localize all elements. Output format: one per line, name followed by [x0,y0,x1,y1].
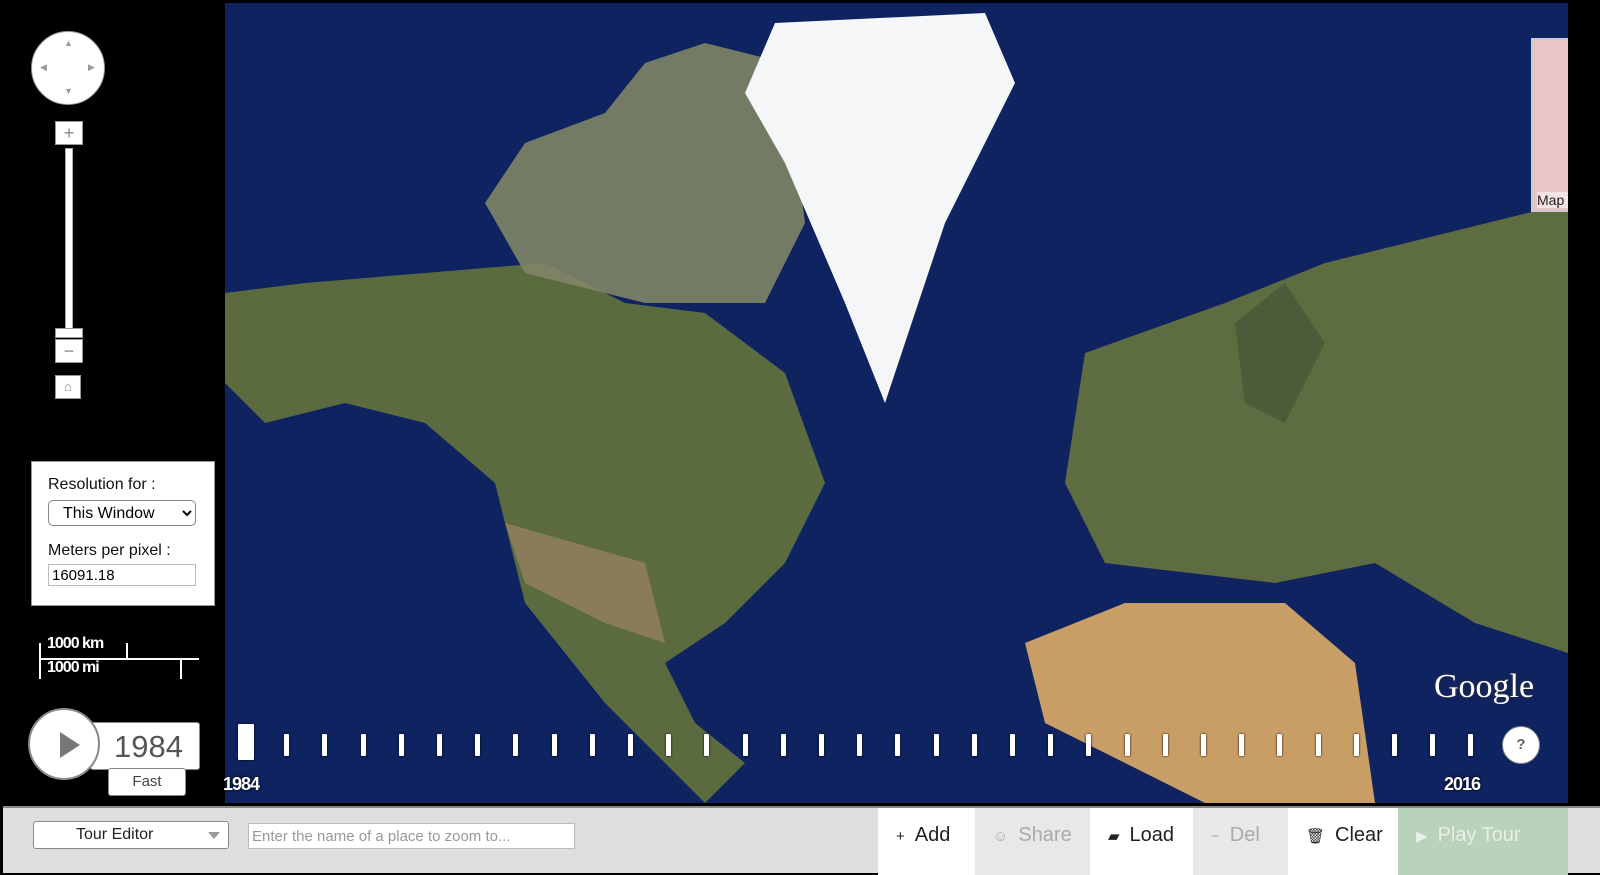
timeline-tick-1991[interactable] [513,734,519,756]
button-label: Load [1129,824,1175,846]
timeline-tick-2008[interactable] [1162,734,1168,756]
timeline-tick-2016[interactable] [1468,734,1474,756]
timeline-tick-1996[interactable] [704,734,710,756]
share-icon: ☺ [993,828,1009,845]
timeline-tick-2014[interactable] [1392,734,1397,756]
map-attribution[interactable]: Map data ©2016 Terms of Use [1537,192,1568,208]
zoom-out-button[interactable]: − [55,339,83,363]
timeline-tick-1988[interactable] [398,734,404,756]
tour-editor-select[interactable]: Tour Editor [33,821,229,849]
pan-control[interactable]: ▲ ▼ ◀ ▶ [31,31,105,105]
timeline-tick-1984[interactable] [238,724,254,760]
del-button[interactable]: − Del [1193,808,1288,875]
load-button[interactable]: ▰ Load [1090,808,1193,875]
timeline-tick-2002[interactable] [933,734,939,756]
timeline-tick-1994[interactable] [628,734,633,756]
satellite-imagery [225,13,1568,803]
play-button[interactable] [28,708,100,780]
timeline-tick-2015[interactable] [1430,734,1436,756]
add-button[interactable]: + Add [878,808,975,875]
speed-button[interactable]: Fast [108,768,186,796]
timeline-tick-2012[interactable] [1315,734,1321,756]
play-tour-button[interactable]: ▶ Play Tour [1398,808,1568,875]
timeline-tick-1990[interactable] [475,734,481,756]
current-year: 1984 [90,722,200,770]
timeline-tick-1999[interactable] [819,734,824,756]
button-label: Add [914,824,951,846]
scale-km: 1000 km [47,635,104,652]
timeline-tick-1998[interactable] [780,734,786,756]
timeline-tick-2003[interactable] [971,734,977,756]
timeline-tick-1992[interactable] [551,734,557,756]
timeline-tick-2009[interactable] [1201,734,1206,756]
help-button[interactable]: ? [1502,726,1540,764]
timeline-tick-2007[interactable] [1124,734,1130,756]
timeline-tick-2011[interactable] [1277,734,1283,756]
sidebar: ▲ ▼ ◀ ▶ + − ⌂ Resolution for : This Window … [3,3,225,803]
timeline-end-label: 2016 [1444,774,1481,794]
timeline-tick-1993[interactable] [589,734,595,756]
resolution-select[interactable]: This Window [48,500,196,526]
scale-bar: 1000 km 1000 mi [39,633,199,679]
timeline-tick-2010[interactable] [1239,734,1245,756]
minimap[interactable]: ↗ Map data ©2016 Terms of Use [1531,38,1568,212]
button-label: Clear [1335,824,1383,846]
timeline-start-label: 1984 [223,774,260,794]
play-icon: ▶ [1416,828,1428,845]
google-logo: Google [1434,668,1535,705]
home-icon[interactable]: ⌂ [55,375,81,399]
plus-icon: + [896,828,905,845]
timeline-tick-2005[interactable] [1048,734,1054,756]
map-view[interactable]: ↗ Map data ©2016 Terms of Use [225,3,1568,803]
timeline-tick-1987[interactable] [360,734,366,756]
button-label: Play Tour [1437,824,1521,846]
mpp-input[interactable] [48,564,196,586]
zoom-slider[interactable] [65,148,73,338]
resolution-panel: Resolution for : This Window Meters per … [31,461,215,606]
timeline-tick-1989[interactable] [437,734,442,756]
minus-icon: − [1211,828,1220,845]
timeline-tick-2004[interactable] [1010,734,1015,756]
timeline-tick-1997[interactable] [742,734,748,756]
timeline-tick-2006[interactable] [1086,734,1092,756]
bottom-toolbar: Tour Editor + Add ☺ Share ▰ Load −Del 🗑 Clear ▶ Pl… [3,806,1600,875]
button-label: Share [1018,824,1072,846]
timeline-tick-2001[interactable] [895,734,901,756]
share-button[interactable]: ☺ Share [975,808,1090,875]
timeline-tick-1995[interactable] [666,734,672,756]
clear-button[interactable]: 🗑 Clear [1288,808,1398,875]
mpp-label: Meters per pixel : [48,542,171,559]
scale-mi: 1000 mi [47,659,100,676]
timeline-tick-1985[interactable] [284,734,290,756]
timeline-tick-1986[interactable] [322,734,328,756]
button-label: Del [1229,824,1260,846]
timeline-tick-2013[interactable] [1353,734,1359,756]
place-search-input[interactable] [248,823,575,849]
resolution-label: Resolution for : [48,476,156,493]
trash-icon: 🗑 [1306,828,1326,845]
folder-icon: ▰ [1108,828,1120,845]
zoom-in-button[interactable]: + [55,121,83,145]
timeline-tick-2000[interactable] [857,734,863,756]
zoom-slider-handle[interactable] [55,328,83,338]
